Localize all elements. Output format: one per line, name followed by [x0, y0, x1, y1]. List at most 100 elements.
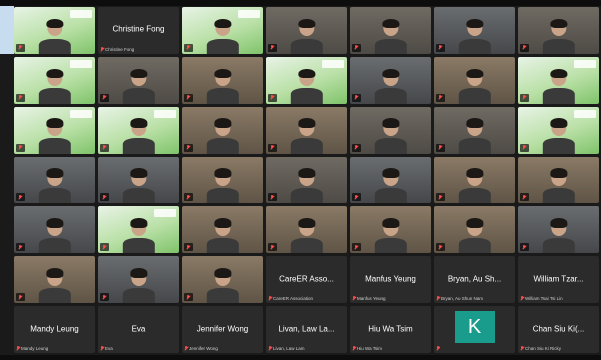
- participant-tile[interactable]: [98, 256, 179, 304]
- participant-name-label: [520, 43, 529, 52]
- participant-name-label: [184, 93, 193, 102]
- side-panel-edge: [0, 6, 14, 54]
- participant-tile[interactable]: [182, 206, 263, 254]
- participant-name-label: [184, 143, 193, 152]
- participant-tile[interactable]: Manfus Yeung Manfus Yeung: [350, 256, 431, 304]
- participant-tile[interactable]: [518, 156, 599, 204]
- participant-tile[interactable]: [266, 7, 347, 54]
- participant-tile[interactable]: [350, 206, 431, 254]
- participant-tile[interactable]: [98, 56, 179, 104]
- participant-tile[interactable]: [14, 106, 95, 154]
- participant-tile[interactable]: [518, 106, 599, 154]
- mic-muted-icon: [438, 95, 442, 100]
- participant-name-label: [16, 293, 25, 302]
- participant-video: [38, 217, 71, 254]
- participant-name-label: Christine Fong: [100, 46, 134, 52]
- participant-name-text: Hiu Wa Tsim: [357, 346, 383, 351]
- participant-name-label: [520, 193, 529, 202]
- participant-tile[interactable]: [350, 156, 431, 204]
- participant-tile[interactable]: [434, 156, 515, 204]
- participant-tile[interactable]: [266, 56, 347, 104]
- participant-tile[interactable]: [14, 206, 95, 254]
- participant-display-name: Livan, Law La...: [278, 323, 335, 333]
- participant-tile[interactable]: Hiu Wa Tsim Hiu Wa Tsim: [350, 306, 431, 353]
- participant-tile[interactable]: [350, 106, 431, 154]
- participant-name-label: [436, 193, 445, 202]
- participant-tile[interactable]: [434, 206, 515, 254]
- participant-tile[interactable]: [14, 56, 95, 104]
- mic-muted-icon: [436, 346, 440, 351]
- participant-name-label: [268, 193, 277, 202]
- participant-tile[interactable]: K: [434, 306, 515, 353]
- mic-muted-icon: [102, 145, 106, 150]
- participant-tile[interactable]: [350, 7, 431, 54]
- participant-tile[interactable]: [266, 106, 347, 154]
- background-logo: [70, 10, 92, 18]
- participant-name-label: [436, 143, 445, 152]
- mic-muted-icon: [18, 194, 22, 200]
- participant-tile[interactable]: CareER Asso... CareER Association: [266, 256, 347, 304]
- mic-muted-icon: [16, 346, 20, 351]
- participant-tile[interactable]: Eva Eva: [98, 306, 179, 353]
- background-logo: [322, 59, 344, 68]
- participant-tile[interactable]: [266, 156, 347, 204]
- mic-muted-icon: [268, 346, 272, 351]
- top-bar: [0, 0, 601, 6]
- participant-display-name: Christine Fong: [112, 24, 165, 34]
- mic-muted-icon: [270, 194, 274, 200]
- participant-name-label: Jennifer Wong: [184, 346, 218, 351]
- mic-muted-icon: [186, 145, 190, 150]
- mic-muted-icon: [522, 145, 526, 150]
- participant-tile[interactable]: [434, 106, 515, 154]
- participant-tile[interactable]: [182, 56, 263, 104]
- participant-tile[interactable]: [182, 256, 263, 304]
- participant-tile[interactable]: Chan Siu Ki(... Chan Siu Ki Ricky: [518, 306, 599, 353]
- participant-video: [206, 267, 239, 304]
- mic-muted-icon: [102, 95, 106, 100]
- mic-muted-icon: [270, 145, 274, 150]
- participant-video: [374, 217, 407, 254]
- participant-tile[interactable]: [98, 206, 179, 254]
- participant-name-label: [520, 243, 529, 252]
- participant-tile[interactable]: [98, 156, 179, 204]
- participant-tile[interactable]: [182, 156, 263, 204]
- participant-tile[interactable]: [434, 7, 515, 54]
- mic-muted-icon: [102, 194, 106, 200]
- participant-video: [458, 67, 491, 104]
- mic-muted-icon: [186, 244, 190, 250]
- participant-tile[interactable]: Christine Fong Christine Fong: [98, 7, 179, 54]
- participant-name-label: [436, 346, 440, 351]
- participant-name-label: [16, 193, 25, 202]
- participant-tile[interactable]: [182, 7, 263, 54]
- participant-tile[interactable]: [518, 7, 599, 54]
- participant-tile[interactable]: Livan, Law La... Livan, Law Lam: [266, 306, 347, 353]
- participant-name-label: [436, 93, 445, 102]
- participant-tile[interactable]: [266, 206, 347, 254]
- participant-tile[interactable]: Jennifer Wong Jennifer Wong: [182, 306, 263, 353]
- participant-video: [290, 67, 323, 104]
- participant-tile[interactable]: [14, 7, 95, 54]
- participant-name-label: [184, 243, 193, 252]
- participant-tile[interactable]: Bryan, Au Sh... Bryan, Au Shun Nam: [434, 256, 515, 304]
- participant-name-label: [520, 93, 529, 102]
- participant-tile[interactable]: [518, 56, 599, 104]
- participant-name-text: William Tsai Tsi Lin: [525, 296, 563, 302]
- participant-video: [38, 117, 71, 154]
- participant-tile[interactable]: [434, 56, 515, 104]
- participant-tile[interactable]: [182, 106, 263, 154]
- mic-muted-icon: [522, 45, 526, 50]
- participant-display-name: CareER Asso...: [279, 274, 334, 284]
- mic-muted-icon: [436, 296, 440, 301]
- mic-muted-icon: [18, 294, 22, 300]
- participant-tile[interactable]: [98, 106, 179, 154]
- participant-video: [122, 117, 155, 154]
- participant-tile[interactable]: Mandy Leung Mandy Leung: [14, 306, 95, 353]
- participant-tile[interactable]: [518, 206, 599, 254]
- participant-tile[interactable]: [14, 156, 95, 204]
- participant-video: [206, 217, 239, 254]
- participant-video: [206, 17, 239, 54]
- background-logo: [70, 59, 92, 68]
- participant-tile[interactable]: [350, 56, 431, 104]
- participant-tile[interactable]: William Tzar... William Tsai Tsi Lin: [518, 256, 599, 304]
- participant-tile[interactable]: [14, 256, 95, 304]
